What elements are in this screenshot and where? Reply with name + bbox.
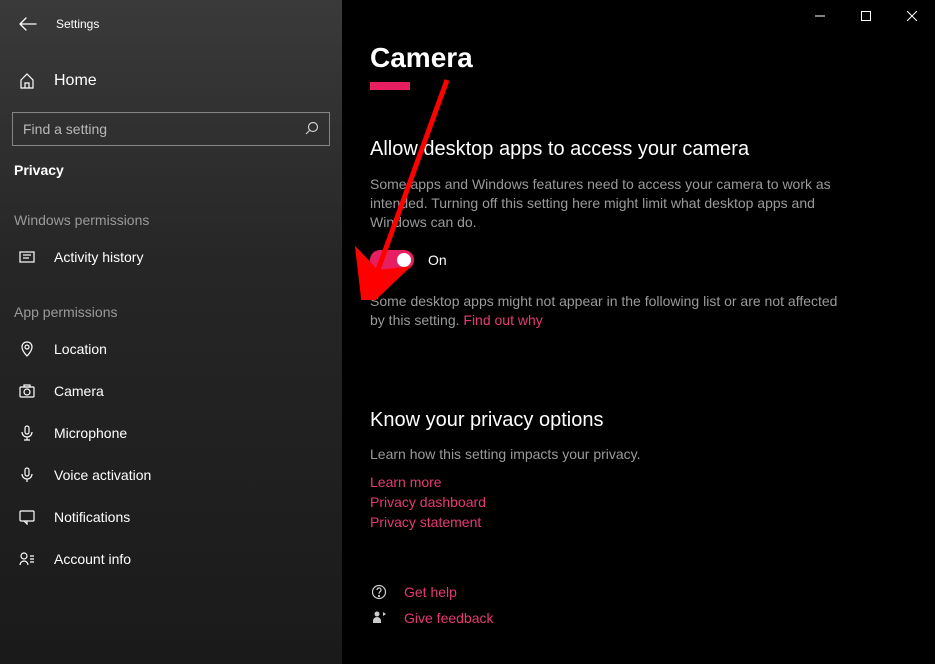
location-icon [18, 340, 36, 358]
notifications-icon [18, 508, 36, 526]
section-heading-desktop-apps: Allow desktop apps to access your camera [370, 138, 907, 161]
privacy-dashboard-link[interactable]: Privacy dashboard [370, 492, 907, 512]
section-windows-permissions: Windows permissions [0, 186, 342, 236]
sidebar-item-label: Microphone [54, 425, 127, 441]
app-title: Settings [56, 17, 99, 31]
voice-activation-icon [18, 466, 36, 484]
sidebar-item-label: Activity history [54, 249, 143, 265]
privacy-options-desc: Learn how this setting impacts your priv… [370, 446, 907, 462]
search-box[interactable] [12, 112, 330, 146]
learn-more-link[interactable]: Learn more [370, 472, 907, 492]
sidebar-category-privacy: Privacy [0, 146, 342, 186]
sidebar-item-label: Account info [54, 551, 131, 567]
activity-history-icon [18, 248, 36, 266]
microphone-icon [18, 424, 36, 442]
get-help-label: Get help [404, 584, 457, 600]
search-input[interactable] [23, 121, 305, 137]
sidebar-item-notifications[interactable]: Notifications [0, 496, 342, 538]
accent-bar [370, 82, 410, 90]
find-out-why-link[interactable]: Find out why [463, 312, 542, 328]
sidebar-item-activity-history[interactable]: Activity history [0, 236, 342, 278]
camera-icon [18, 382, 36, 400]
home-icon [18, 72, 36, 90]
close-button[interactable] [889, 0, 935, 32]
give-feedback-row[interactable]: Give feedback [370, 605, 907, 631]
sidebar-home[interactable]: Home [0, 62, 342, 100]
section-heading-privacy-options: Know your privacy options [370, 409, 907, 432]
minimize-button[interactable] [797, 0, 843, 32]
feedback-icon [370, 610, 388, 626]
get-help-row[interactable]: Get help [370, 579, 907, 605]
section-app-permissions: App permissions [0, 278, 342, 328]
toggle-note: Some desktop apps might not appear in th… [370, 292, 840, 331]
sidebar-home-label: Home [54, 72, 97, 90]
search-icon [305, 121, 319, 138]
sidebar-item-label: Camera [54, 383, 104, 399]
desktop-apps-camera-toggle[interactable] [370, 250, 414, 270]
sidebar: Settings Home Privacy Windows permission… [0, 0, 342, 664]
privacy-statement-link[interactable]: Privacy statement [370, 512, 907, 532]
page-title: Camera [370, 42, 907, 74]
give-feedback-label: Give feedback [404, 610, 494, 626]
main-content: Camera Allow desktop apps to access your… [342, 0, 935, 664]
sidebar-item-label: Voice activation [54, 467, 151, 483]
sidebar-item-label: Notifications [54, 509, 130, 525]
back-button[interactable] [18, 14, 38, 34]
sidebar-item-location[interactable]: Location [0, 328, 342, 370]
sidebar-item-account-info[interactable]: Account info [0, 538, 342, 580]
sidebar-item-label: Location [54, 341, 107, 357]
sidebar-item-camera[interactable]: Camera [0, 370, 342, 412]
help-icon [370, 584, 388, 600]
toggle-state-label: On [428, 252, 447, 268]
toggle-knob [397, 253, 411, 267]
account-info-icon [18, 550, 36, 568]
sidebar-item-voice-activation[interactable]: Voice activation [0, 454, 342, 496]
section-description: Some apps and Windows features need to a… [370, 175, 840, 232]
sidebar-item-microphone[interactable]: Microphone [0, 412, 342, 454]
maximize-button[interactable] [843, 0, 889, 32]
